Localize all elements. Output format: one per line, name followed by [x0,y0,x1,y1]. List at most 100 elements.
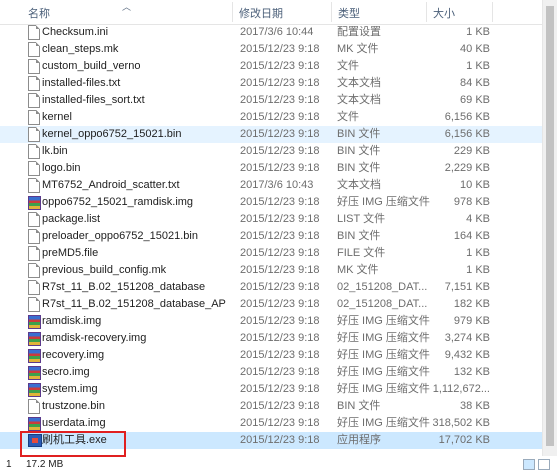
file-size: 1 KB [466,60,490,72]
file-size: 164 KB [453,230,490,242]
file-row[interactable]: installed-files_sort.txt 2015/12/23 9:18 文… [0,92,542,109]
large-icons-view-icon[interactable] [538,459,550,470]
file-row[interactable]: kernel_oppo6752_15021.bin 2015/12/23 9:18… [0,126,542,143]
file-type: 好压 IMG 压缩文件 [337,332,430,344]
file-size: 229 KB [453,145,490,157]
file-row[interactable]: custom_build_verno 2015/12/23 9:18 文件 1 KB [0,58,542,75]
text-file-icon [28,93,40,108]
text-file-icon [28,76,40,91]
file-row[interactable]: MT6752_Android_scatter.txt 2017/3/6 10:43… [0,177,542,194]
file-size: 10 KB [460,179,490,191]
file-row[interactable]: preMD5.file 2015/12/23 9:18 FILE 文件 1 KB [0,245,542,262]
file-type: 好压 IMG 压缩文件 [337,315,430,327]
file-size: 2,229 KB [444,162,490,174]
file-type: 文件 [337,60,359,72]
text-file-icon [28,59,40,74]
scrollbar-thumb[interactable] [546,6,554,446]
file-size: 182 KB [453,298,490,310]
file-name: preloader_oppo6752_15021.bin [42,230,198,242]
file-type: BIN 文件 [337,145,381,157]
column-header-name[interactable]: 名称 [24,0,230,24]
file-name: ramdisk.img [42,315,102,327]
file-row[interactable]: kernel 2015/12/23 9:18 文件 6,156 KB [0,109,542,126]
file-row[interactable]: ramdisk.img 2015/12/23 9:18 好压 IMG 压缩文件 979… [0,313,542,330]
file-row[interactable]: oppo6752_15021_ramdisk.img 2015/12/23 9:1… [0,194,542,211]
file-name: Checksum.ini [42,26,109,38]
file-modified-date: 2015/12/23 9:18 [240,281,320,293]
file-name: package.list [42,213,101,225]
file-type: LIST 文件 [337,213,386,225]
file-modified-date: 2015/12/23 9:18 [240,196,320,208]
file-size: 6,156 KB [444,111,490,123]
file-modified-date: 2015/12/23 9:18 [240,60,320,72]
file-type: 02_151208_DAT... [337,298,428,310]
column-header-date[interactable]: 修改日期 [235,0,330,24]
file-modified-date: 2015/12/23 9:18 [240,247,320,259]
file-size: 979 KB [453,315,490,327]
file-row[interactable]: logo.bin 2015/12/23 9:18 BIN 文件 2,229 KB [0,160,542,177]
file-size: 40 KB [460,43,490,55]
file-name: kernel [42,111,72,123]
file-modified-date: 2015/12/23 9:18 [240,400,320,412]
status-selected-count: 1 [6,459,12,470]
file-name: logo.bin [42,162,81,174]
file-row[interactable]: trustzone.bin 2015/12/23 9:18 BIN 文件 38 KB [0,398,542,415]
details-view-icon[interactable] [523,459,535,470]
file-row[interactable]: userdata.img 2015/12/23 9:18 好压 IMG 压缩文件 31… [0,415,542,432]
archive-file-icon [28,196,41,210]
file-name: lk.bin [42,145,68,157]
file-row[interactable]: R7st_11_B.02_151208_database 2015/12/23 9… [0,279,542,296]
file-row[interactable]: preloader_oppo6752_15021.bin 2015/12/23 9… [0,228,542,245]
file-modified-date: 2015/12/23 9:18 [240,434,320,446]
file-type: 文本文档 [337,179,381,191]
file-size: 1 KB [466,264,490,276]
column-divider[interactable] [426,2,427,22]
file-size: 318,502 KB [432,417,491,429]
file-type: 应用程序 [337,434,381,446]
file-size: 3,274 KB [444,332,490,344]
file-row[interactable]: installed-files.txt 2015/12/23 9:18 文本文档 84… [0,75,542,92]
column-header-type[interactable]: 类型 [334,0,424,24]
file-row[interactable]: Checksum.ini 2017/3/6 10:44 配置设置 1 KB [0,24,542,41]
file-modified-date: 2015/12/23 9:18 [240,213,320,225]
file-row[interactable]: secro.img 2015/12/23 9:18 好压 IMG 压缩文件 132 K… [0,364,542,381]
file-row[interactable]: previous_build_config.mk 2015/12/23 9:18 M… [0,262,542,279]
file-row[interactable]: R7st_11_B.02_151208_database_AP 2015/12/2… [0,296,542,313]
column-divider[interactable] [232,2,233,22]
file-modified-date: 2015/12/23 9:18 [240,417,320,429]
text-file-icon [28,212,40,227]
file-row[interactable]: clean_steps.mk 2015/12/23 9:18 MK 文件 40 KB [0,41,542,58]
text-file-icon [28,161,40,176]
column-header-size[interactable]: 大小 [429,0,509,24]
archive-file-icon [28,332,41,346]
file-size: 4 KB [466,213,490,225]
file-modified-date: 2015/12/23 9:18 [240,230,320,242]
file-name: trustzone.bin [42,400,105,412]
file-modified-date: 2015/12/23 9:18 [240,332,320,344]
column-divider[interactable] [492,2,493,22]
file-type: 文件 [337,111,359,123]
file-size: 84 KB [460,77,490,89]
file-row[interactable]: lk.bin 2015/12/23 9:18 BIN 文件 229 KB [0,143,542,160]
file-size: 38 KB [460,400,490,412]
file-modified-date: 2015/12/23 9:18 [240,315,320,327]
file-row[interactable]: ramdisk-recovery.img 2015/12/23 9:18 好压 IM… [0,330,542,347]
file-size: 1 KB [466,26,490,38]
file-row[interactable]: system.img 2015/12/23 9:18 好压 IMG 压缩文件 1,11… [0,381,542,398]
text-file-icon [28,229,40,244]
file-type: MK 文件 [337,264,379,276]
vertical-scrollbar[interactable] [542,0,557,456]
file-name: system.img [42,383,98,395]
file-modified-date: 2017/3/6 10:43 [240,179,314,191]
file-size: 978 KB [453,196,490,208]
file-modified-date: 2015/12/23 9:18 [240,366,320,378]
file-name: secro.img [42,366,90,378]
file-row[interactable]: package.list 2015/12/23 9:18 LIST 文件 4 KB [0,211,542,228]
column-divider[interactable] [331,2,332,22]
file-row[interactable]: recovery.img 2015/12/23 9:18 好压 IMG 压缩文件 9,… [0,347,542,364]
file-name: recovery.img [42,349,105,361]
column-header-bar: ︿ 名称 修改日期 类型 大小 [0,0,542,25]
file-name: previous_build_config.mk [42,264,167,276]
file-name: userdata.img [42,417,106,429]
file-size: 1 KB [466,247,490,259]
